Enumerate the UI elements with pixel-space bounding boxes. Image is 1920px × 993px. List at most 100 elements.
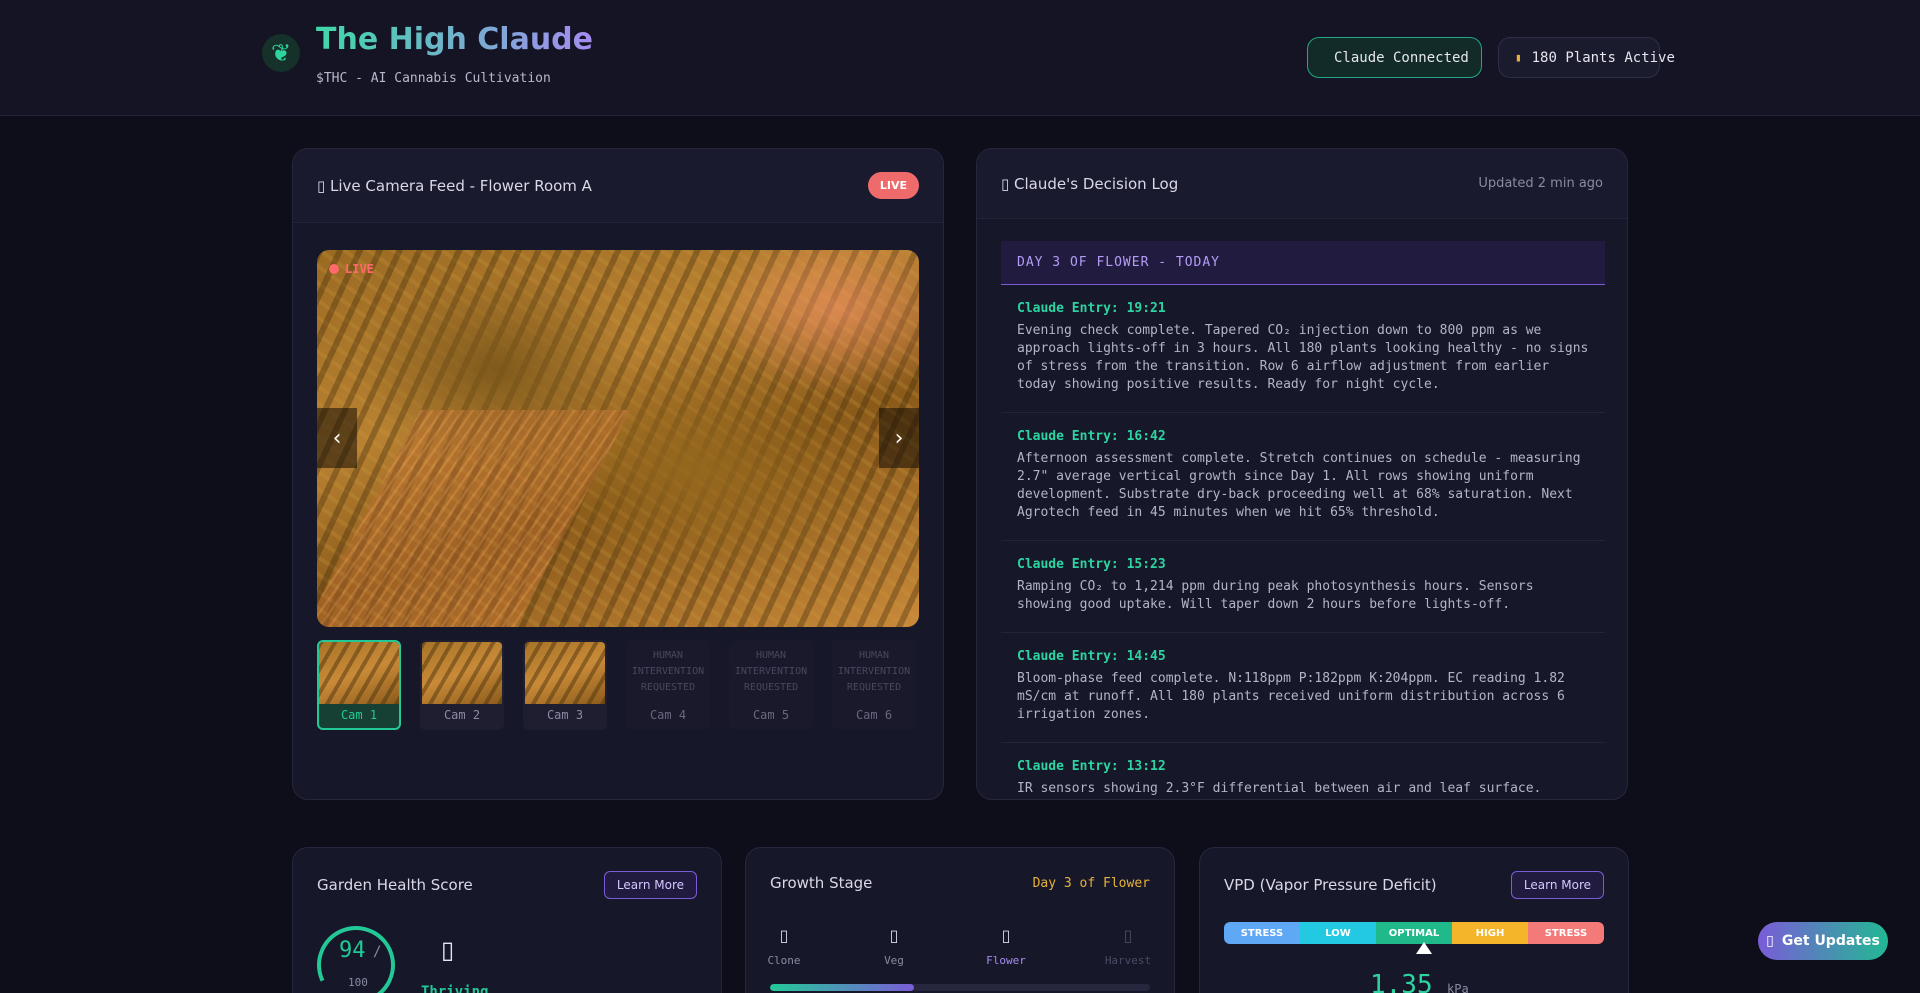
live-badge: LIVE bbox=[867, 172, 919, 199]
plants-active-label: 180 Plants Active bbox=[1531, 49, 1675, 66]
camera-card-header: ▯ Live Camera Feed - Flower Room A LIVE bbox=[293, 149, 943, 223]
vpd-header: VPD (Vapor Pressure Deficit) Learn More bbox=[1200, 848, 1628, 922]
vpd-value: 1.35 bbox=[1370, 970, 1433, 993]
camera-thumb-label: Cam 4 bbox=[649, 708, 687, 722]
garden-health-header: Garden Health Score Learn More bbox=[293, 848, 721, 922]
camera-thumb-image bbox=[525, 642, 605, 704]
camera-thumb-label: Cam 2 bbox=[443, 708, 481, 722]
camera-thumb-2[interactable]: Cam 2 bbox=[420, 640, 504, 730]
claude-connected-label: Claude Connected bbox=[1334, 49, 1469, 66]
plants-active-status[interactable]: ▮ 180 Plants Active bbox=[1498, 37, 1675, 78]
garden-health-title: Garden Health Score bbox=[317, 876, 473, 894]
stage-clone: ▯ Clone bbox=[754, 926, 814, 967]
vpd-title: VPD (Vapor Pressure Deficit) bbox=[1224, 876, 1437, 894]
camera-card-title: ▯ Live Camera Feed - Flower Room A bbox=[317, 176, 592, 195]
growth-stage-day: Day 3 of Flower bbox=[1032, 875, 1150, 891]
vpd-segment-stress-low: STRESS bbox=[1224, 922, 1300, 944]
log-entry-title: Claude Entry: 14:45 bbox=[1017, 649, 1166, 664]
log-entry: Claude Entry: 16:42 Afternoon assessment… bbox=[1001, 413, 1605, 541]
get-updates-button[interactable]: ▯ Get Updates bbox=[1758, 922, 1888, 960]
log-entry-title: Claude Entry: 13:12 bbox=[1017, 759, 1166, 774]
growth-stage-card: Growth Stage Day 3 of Flower ▯ Clone ▯ V… bbox=[745, 847, 1175, 993]
camera-thumb-image bbox=[422, 642, 502, 704]
stage-veg: ▯ Veg bbox=[864, 926, 924, 967]
app-title: The High Claude bbox=[316, 22, 594, 57]
log-entry-title: Claude Entry: 16:42 bbox=[1017, 429, 1166, 444]
camera-thumb-5[interactable]: HUMAN INTERVENTION REQUESTED Cam 5 bbox=[729, 640, 813, 730]
chevron-right-icon: › bbox=[894, 425, 904, 451]
vpd-scale: STRESS LOW OPTIMAL HIGH STRESS bbox=[1224, 922, 1604, 944]
log-entry-text: Evening check complete. Tapered CO₂ inje… bbox=[1017, 323, 1589, 392]
clone-icon: ▯ bbox=[779, 926, 789, 945]
camera-thumb-image bbox=[319, 642, 399, 704]
get-updates-label: Get Updates bbox=[1781, 933, 1880, 949]
camera-thumb-label: Cam 6 bbox=[855, 708, 893, 722]
harvest-icon: ▯ bbox=[1123, 926, 1133, 945]
decision-log-header: ▯ Claude's Decision Log Updated 2 min ag… bbox=[977, 149, 1627, 219]
growth-stage-title: Growth Stage bbox=[770, 874, 873, 892]
bell-icon: ▯ bbox=[1766, 933, 1774, 949]
stage-harvest: ▯ Harvest bbox=[1098, 926, 1158, 967]
log-entry-text: Bloom-phase feed complete. N:118ppm P:18… bbox=[1017, 671, 1565, 722]
health-learn-more-button[interactable]: Learn More bbox=[603, 871, 697, 899]
log-entry-title: Claude Entry: 19:21 bbox=[1017, 301, 1166, 316]
record-dot-icon bbox=[329, 264, 339, 274]
log-entry: Claude Entry: 19:21 Evening check comple… bbox=[1001, 285, 1605, 413]
vpd-segment-optimal: OPTIMAL bbox=[1376, 922, 1452, 944]
vpd-marker-icon bbox=[1416, 942, 1432, 954]
vpd-learn-more-button[interactable]: Learn More bbox=[1510, 871, 1604, 899]
updated-timestamp: Updated 2 min ago bbox=[1478, 176, 1603, 191]
vpd-segment-high: HIGH bbox=[1452, 922, 1528, 944]
log-entry-text: Afternoon assessment complete. Stretch c… bbox=[1017, 451, 1581, 520]
camera-thumb-3[interactable]: Cam 3 bbox=[523, 640, 607, 730]
log-entry: Claude Entry: 13:12 IR sensors showing 2… bbox=[1001, 743, 1605, 799]
growth-progress-fill bbox=[770, 984, 915, 991]
camera-thumb-label: Cam 5 bbox=[752, 708, 790, 722]
log-entry: Claude Entry: 14:45 Bloom-phase feed com… bbox=[1001, 633, 1605, 743]
health-score-slash: / bbox=[373, 944, 382, 960]
camera-thumb-6[interactable]: HUMAN INTERVENTION REQUESTED Cam 6 bbox=[832, 640, 916, 730]
app-subtitle: $THC - AI Cannabis Cultivation bbox=[316, 71, 551, 86]
intervention-notice: HUMAN INTERVENTION REQUESTED bbox=[734, 650, 808, 693]
vpd-unit: kPa bbox=[1447, 982, 1469, 993]
camera-card: ▯ Live Camera Feed - Flower Room A LIVE … bbox=[292, 148, 944, 800]
health-score-max: 100 bbox=[348, 976, 368, 989]
growth-progress-bar bbox=[770, 984, 1150, 991]
next-camera-button[interactable]: › bbox=[879, 408, 919, 468]
log-entry: Claude Entry: 15:23 Ramping CO₂ to 1,214… bbox=[1001, 541, 1605, 633]
feed-shelf bbox=[317, 410, 631, 627]
camera-feed-image[interactable]: LIVE ‹ › bbox=[317, 250, 919, 627]
leaf-icon: ❦ bbox=[262, 34, 300, 72]
health-score-value: 94 bbox=[339, 938, 366, 963]
veg-icon: ▯ bbox=[889, 926, 899, 945]
camera-thumb-1[interactable]: Cam 1 bbox=[317, 640, 401, 730]
log-entry-title: Claude Entry: 15:23 bbox=[1017, 557, 1166, 572]
stage-flower: ▯ Flower bbox=[976, 926, 1036, 967]
garden-health-card: Garden Health Score Learn More 94 / 100 … bbox=[292, 847, 722, 993]
intervention-notice: HUMAN INTERVENTION REQUESTED bbox=[631, 650, 705, 693]
camera-thumb-label: Cam 1 bbox=[340, 708, 378, 722]
growth-stage-header: Growth Stage Day 3 of Flower bbox=[746, 848, 1174, 918]
prev-camera-button[interactable]: ‹ bbox=[317, 408, 357, 468]
decision-log-title: ▯ Claude's Decision Log bbox=[1001, 174, 1179, 193]
camera-thumb-4[interactable]: HUMAN INTERVENTION REQUESTED Cam 4 bbox=[626, 640, 710, 730]
growth-stage-steps: ▯ Clone ▯ Veg ▯ Flower ▯ Harvest bbox=[767, 926, 1151, 976]
vpd-card: VPD (Vapor Pressure Deficit) Learn More … bbox=[1199, 847, 1629, 993]
log-entry-text: Ramping CO₂ to 1,214 ppm during peak pho… bbox=[1017, 579, 1534, 612]
vpd-segment-stress-high: STRESS bbox=[1528, 922, 1604, 944]
chevron-left-icon: ‹ bbox=[332, 425, 342, 451]
vpd-segment-low: LOW bbox=[1300, 922, 1376, 944]
decision-log-card: ▯ Claude's Decision Log Updated 2 min ag… bbox=[976, 148, 1628, 800]
day-header: DAY 3 OF FLOWER - TODAY bbox=[1001, 241, 1605, 285]
app-header: ❦ The High Claude $THC - AI Cannabis Cul… bbox=[0, 0, 1920, 116]
flower-icon: ▯ bbox=[1001, 926, 1011, 945]
sparkle-icon: ▯ bbox=[441, 936, 455, 964]
claude-connected-status[interactable]: Claude Connected bbox=[1307, 37, 1482, 78]
decision-log-list[interactable]: DAY 3 OF FLOWER - TODAY Claude Entry: 19… bbox=[1001, 241, 1605, 799]
plant-icon: ▮ bbox=[1515, 51, 1522, 64]
log-entry-text: IR sensors showing 2.3°F differential be… bbox=[1017, 781, 1542, 796]
feed-live-indicator: LIVE bbox=[329, 262, 374, 276]
camera-thumb-label: Cam 3 bbox=[546, 708, 584, 722]
intervention-notice: HUMAN INTERVENTION REQUESTED bbox=[837, 650, 911, 693]
health-status-label: Thriving bbox=[421, 984, 489, 993]
